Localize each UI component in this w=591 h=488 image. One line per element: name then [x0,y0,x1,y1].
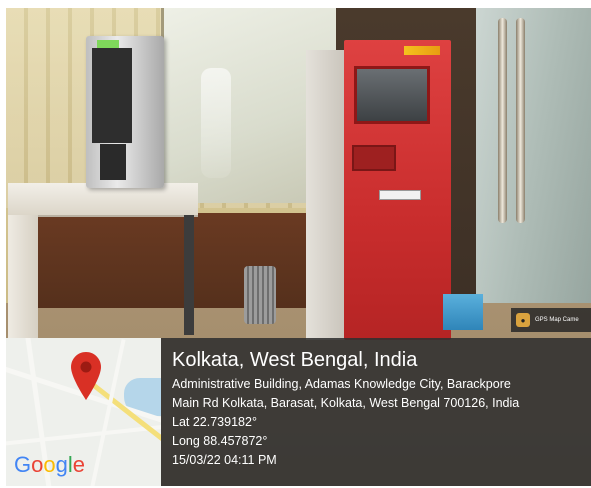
address-line-2: Main Rd Kolkata, Barasat, Kolkata, West … [172,396,520,410]
location-title: Kolkata, West Bengal, India [172,349,418,371]
longitude: Long 88.457872° [172,434,268,448]
geotagged-photo: ● GPS Map Came Google Kolkata, West Beng… [6,8,591,486]
atm-screen [354,66,430,124]
waste-bin [244,266,276,324]
counter-top [8,183,198,217]
glass-reflection [201,68,231,178]
atm-front-panel [344,40,451,340]
atm-side-panel [306,50,346,340]
coffee-machine-panel [92,48,132,143]
camera-icon: ● [516,313,530,327]
atm-keypad [352,145,396,171]
door-handle [516,18,525,223]
map-thumbnail: Google [6,338,161,486]
atm-cash-slot [379,190,421,200]
map-road [6,424,161,446]
coffee-machine-spout [100,144,126,180]
coffee-machine [86,36,164,188]
coffee-machine-display [97,40,119,48]
gps-map-camera-badge: ● GPS Map Came [511,308,591,332]
counter-leg [184,215,194,335]
badge-label: GPS Map Came [535,317,579,323]
door-handle [498,18,507,223]
blue-box [443,294,483,330]
latitude: Lat 22.739182° [172,415,257,429]
atm-machine [306,40,451,340]
location-pin-icon [71,352,101,400]
counter-side [8,215,38,345]
atm-logo [404,46,440,55]
address-line-1: Administrative Building, Adamas Knowledg… [172,377,511,391]
timestamp: 15/03/22 04:11 PM [172,453,277,467]
location-info-panel: Kolkata, West Bengal, India Administrati… [161,338,591,486]
glass-door [476,8,591,338]
google-logo: Google [14,452,86,477]
